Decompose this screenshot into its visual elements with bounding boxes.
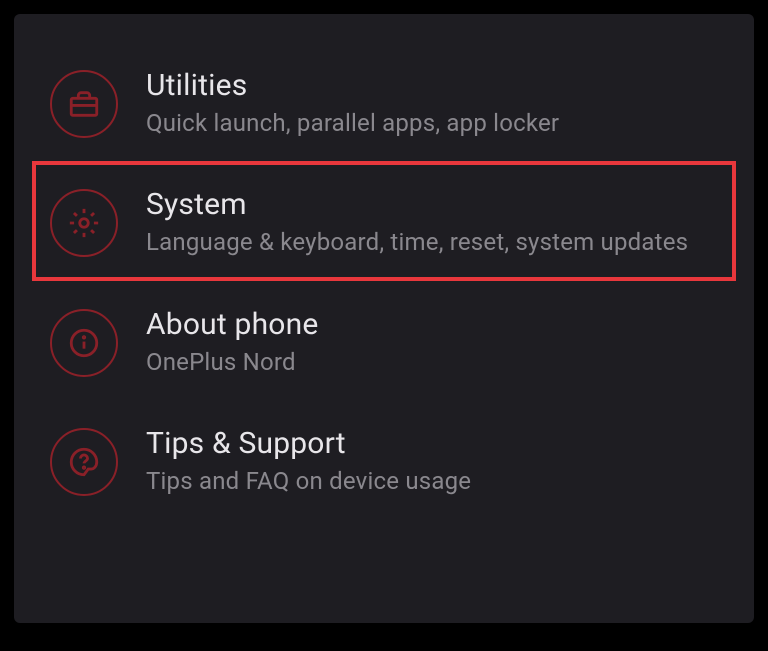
item-text: System Language & keyboard, time, reset,… [146, 183, 718, 258]
settings-item-system[interactable]: System Language & keyboard, time, reset,… [32, 161, 736, 280]
briefcase-icon [50, 70, 118, 138]
help-icon [50, 428, 118, 496]
item-title: Tips & Support [146, 426, 718, 461]
info-icon [50, 309, 118, 377]
item-title: About phone [146, 307, 718, 342]
gear-icon [50, 189, 118, 257]
settings-item-utilities[interactable]: Utilities Quick launch, parallel apps, a… [14, 42, 754, 161]
item-subtitle: OnePlus Nord [146, 346, 718, 378]
item-subtitle: Quick launch, parallel apps, app locker [146, 107, 718, 139]
item-text: Tips & Support Tips and FAQ on device us… [146, 422, 718, 497]
settings-item-tips-support[interactable]: Tips & Support Tips and FAQ on device us… [14, 400, 754, 519]
item-subtitle: Language & keyboard, time, reset, system… [146, 226, 718, 258]
item-title: System [146, 187, 718, 222]
item-text: Utilities Quick launch, parallel apps, a… [146, 64, 718, 139]
settings-panel: Utilities Quick launch, parallel apps, a… [14, 14, 754, 623]
item-text: About phone OnePlus Nord [146, 303, 718, 378]
settings-item-about-phone[interactable]: About phone OnePlus Nord [14, 281, 754, 400]
item-title: Utilities [146, 68, 718, 103]
item-subtitle: Tips and FAQ on device usage [146, 465, 718, 497]
